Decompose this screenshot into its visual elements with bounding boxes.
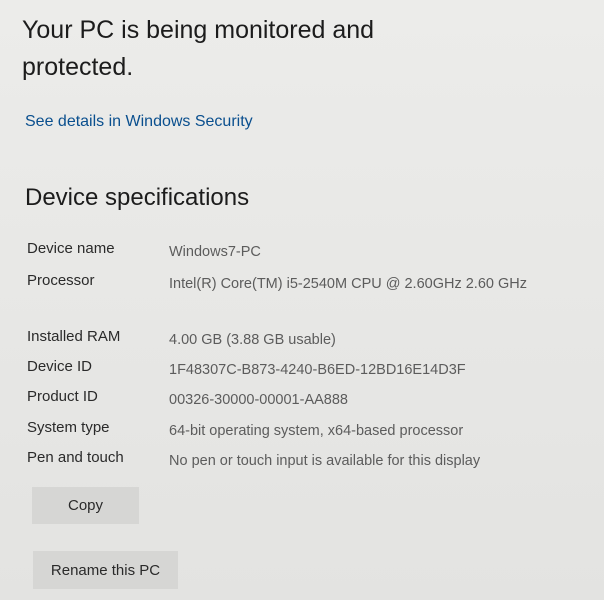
- about-page: Your PC is being monitored and protected…: [0, 0, 604, 600]
- spec-value: Intel(R) Core(TM) i5-2540M CPU @ 2.60GHz…: [169, 276, 527, 292]
- rename-pc-button[interactable]: Rename this PC: [33, 551, 178, 589]
- spec-value: No pen or touch input is available for t…: [169, 453, 481, 469]
- spec-value: 4.00 GB (3.88 GB usable): [169, 332, 336, 348]
- protection-status-text: Your PC is being monitored and protected…: [22, 16, 375, 81]
- device-specifications-heading: Device specifications: [25, 184, 250, 211]
- spec-label: Device ID: [27, 358, 93, 375]
- copy-button[interactable]: Copy: [32, 487, 139, 524]
- spec-label: Processor: [27, 272, 95, 289]
- spec-value: Windows7-PC: [169, 244, 261, 260]
- spec-label: Device name: [27, 240, 115, 257]
- windows-security-link[interactable]: See details in Windows Security: [25, 113, 253, 131]
- spec-label: System type: [27, 419, 110, 436]
- spec-value: 64-bit operating system, x64-based proce…: [169, 423, 464, 439]
- spec-label: Installed RAM: [27, 328, 121, 345]
- spec-value: 00326-30000-00001-AA888: [169, 392, 348, 408]
- spec-label: Product ID: [27, 388, 98, 405]
- spec-value: 1F48307C-B873-4240-B6ED-12BD16E14D3F: [169, 362, 466, 378]
- spec-label: Pen and touch: [27, 449, 124, 466]
